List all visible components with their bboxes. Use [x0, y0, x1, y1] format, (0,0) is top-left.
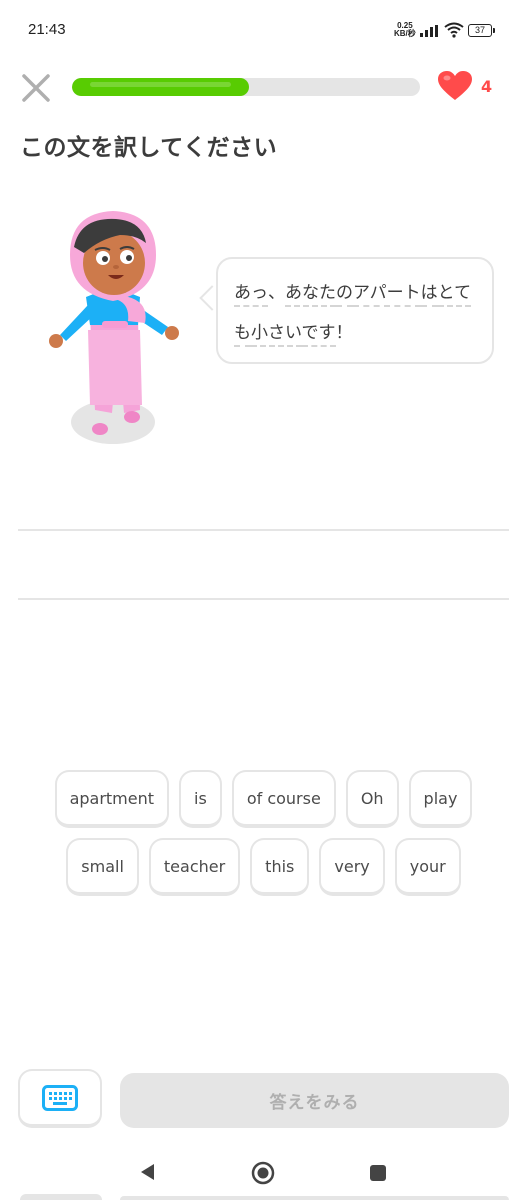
- prompt-word[interactable]: アパート: [353, 283, 421, 307]
- network-speed: 0.25 KB/秒: [394, 22, 416, 38]
- word-chip-this[interactable]: this: [250, 838, 310, 896]
- wifi-icon: [444, 22, 464, 38]
- lesson-progress-bar: [72, 78, 420, 96]
- status-bar: 21:43 0.25 KB/秒 37: [0, 0, 527, 62]
- answer-line[interactable]: [18, 529, 509, 531]
- prompt-word[interactable]: あっ: [234, 283, 268, 307]
- nav-recent-apps-icon[interactable]: [369, 1164, 387, 1182]
- nav-back-icon[interactable]: [138, 1162, 156, 1182]
- signal-icon: [420, 25, 438, 37]
- character-illustration: [49, 211, 179, 444]
- close-button[interactable]: [20, 72, 52, 104]
- prompt-word[interactable]: は: [420, 283, 438, 307]
- progress-fill: [72, 78, 249, 96]
- prompt-word[interactable]: 小さい: [251, 323, 302, 347]
- bottom-peek: [20, 1194, 102, 1200]
- word-chip-oh[interactable]: Oh: [345, 770, 399, 828]
- progress-highlight: [90, 82, 231, 87]
- prompt-word[interactable]: です: [301, 323, 336, 347]
- battery-indicator: 37: [468, 24, 495, 37]
- keyboard-icon: [42, 1084, 78, 1111]
- page-title: この文を訳してください: [20, 135, 278, 161]
- check-answer-button[interactable]: 答えをみる: [120, 1073, 509, 1128]
- word-chip-apartment[interactable]: apartment: [54, 770, 170, 828]
- close-icon: [22, 74, 50, 102]
- word-bank-row: apartment is of course Oh play: [0, 770, 527, 828]
- keyboard-toggle-button[interactable]: [18, 1069, 102, 1128]
- answer-line[interactable]: [18, 598, 509, 600]
- prompt-punctuation: 、: [268, 283, 285, 303]
- word-chip-of-course[interactable]: of course: [231, 770, 336, 828]
- word-chip-teacher[interactable]: teacher: [148, 838, 241, 896]
- hearts-count: 4: [481, 77, 493, 96]
- word-chip-your[interactable]: your: [394, 838, 461, 896]
- nav-home-icon[interactable]: [251, 1161, 275, 1185]
- word-chip-play[interactable]: play: [408, 770, 473, 828]
- word-bank-row: small teacher this very your: [0, 838, 527, 896]
- speech-bubble: あっ、あなたのアパートはとても小さいです！: [216, 257, 494, 364]
- prompt-word[interactable]: の: [336, 283, 353, 307]
- status-time: 21:43: [28, 21, 66, 38]
- prompt-punctuation: ！: [335, 323, 353, 343]
- prompt-word[interactable]: あなた: [285, 283, 336, 307]
- network-speed-unit: KB/秒: [394, 29, 416, 38]
- word-chip-very[interactable]: very: [319, 838, 385, 896]
- bottom-peek: [120, 1196, 509, 1200]
- word-bank: apartment is of course Oh play small tea…: [0, 770, 527, 906]
- heart-icon: [438, 71, 472, 100]
- prompt-sentence: あっ、あなたのアパートはとても小さいです！: [234, 273, 476, 353]
- word-chip-small[interactable]: small: [66, 838, 139, 896]
- word-chip-is[interactable]: is: [179, 770, 222, 828]
